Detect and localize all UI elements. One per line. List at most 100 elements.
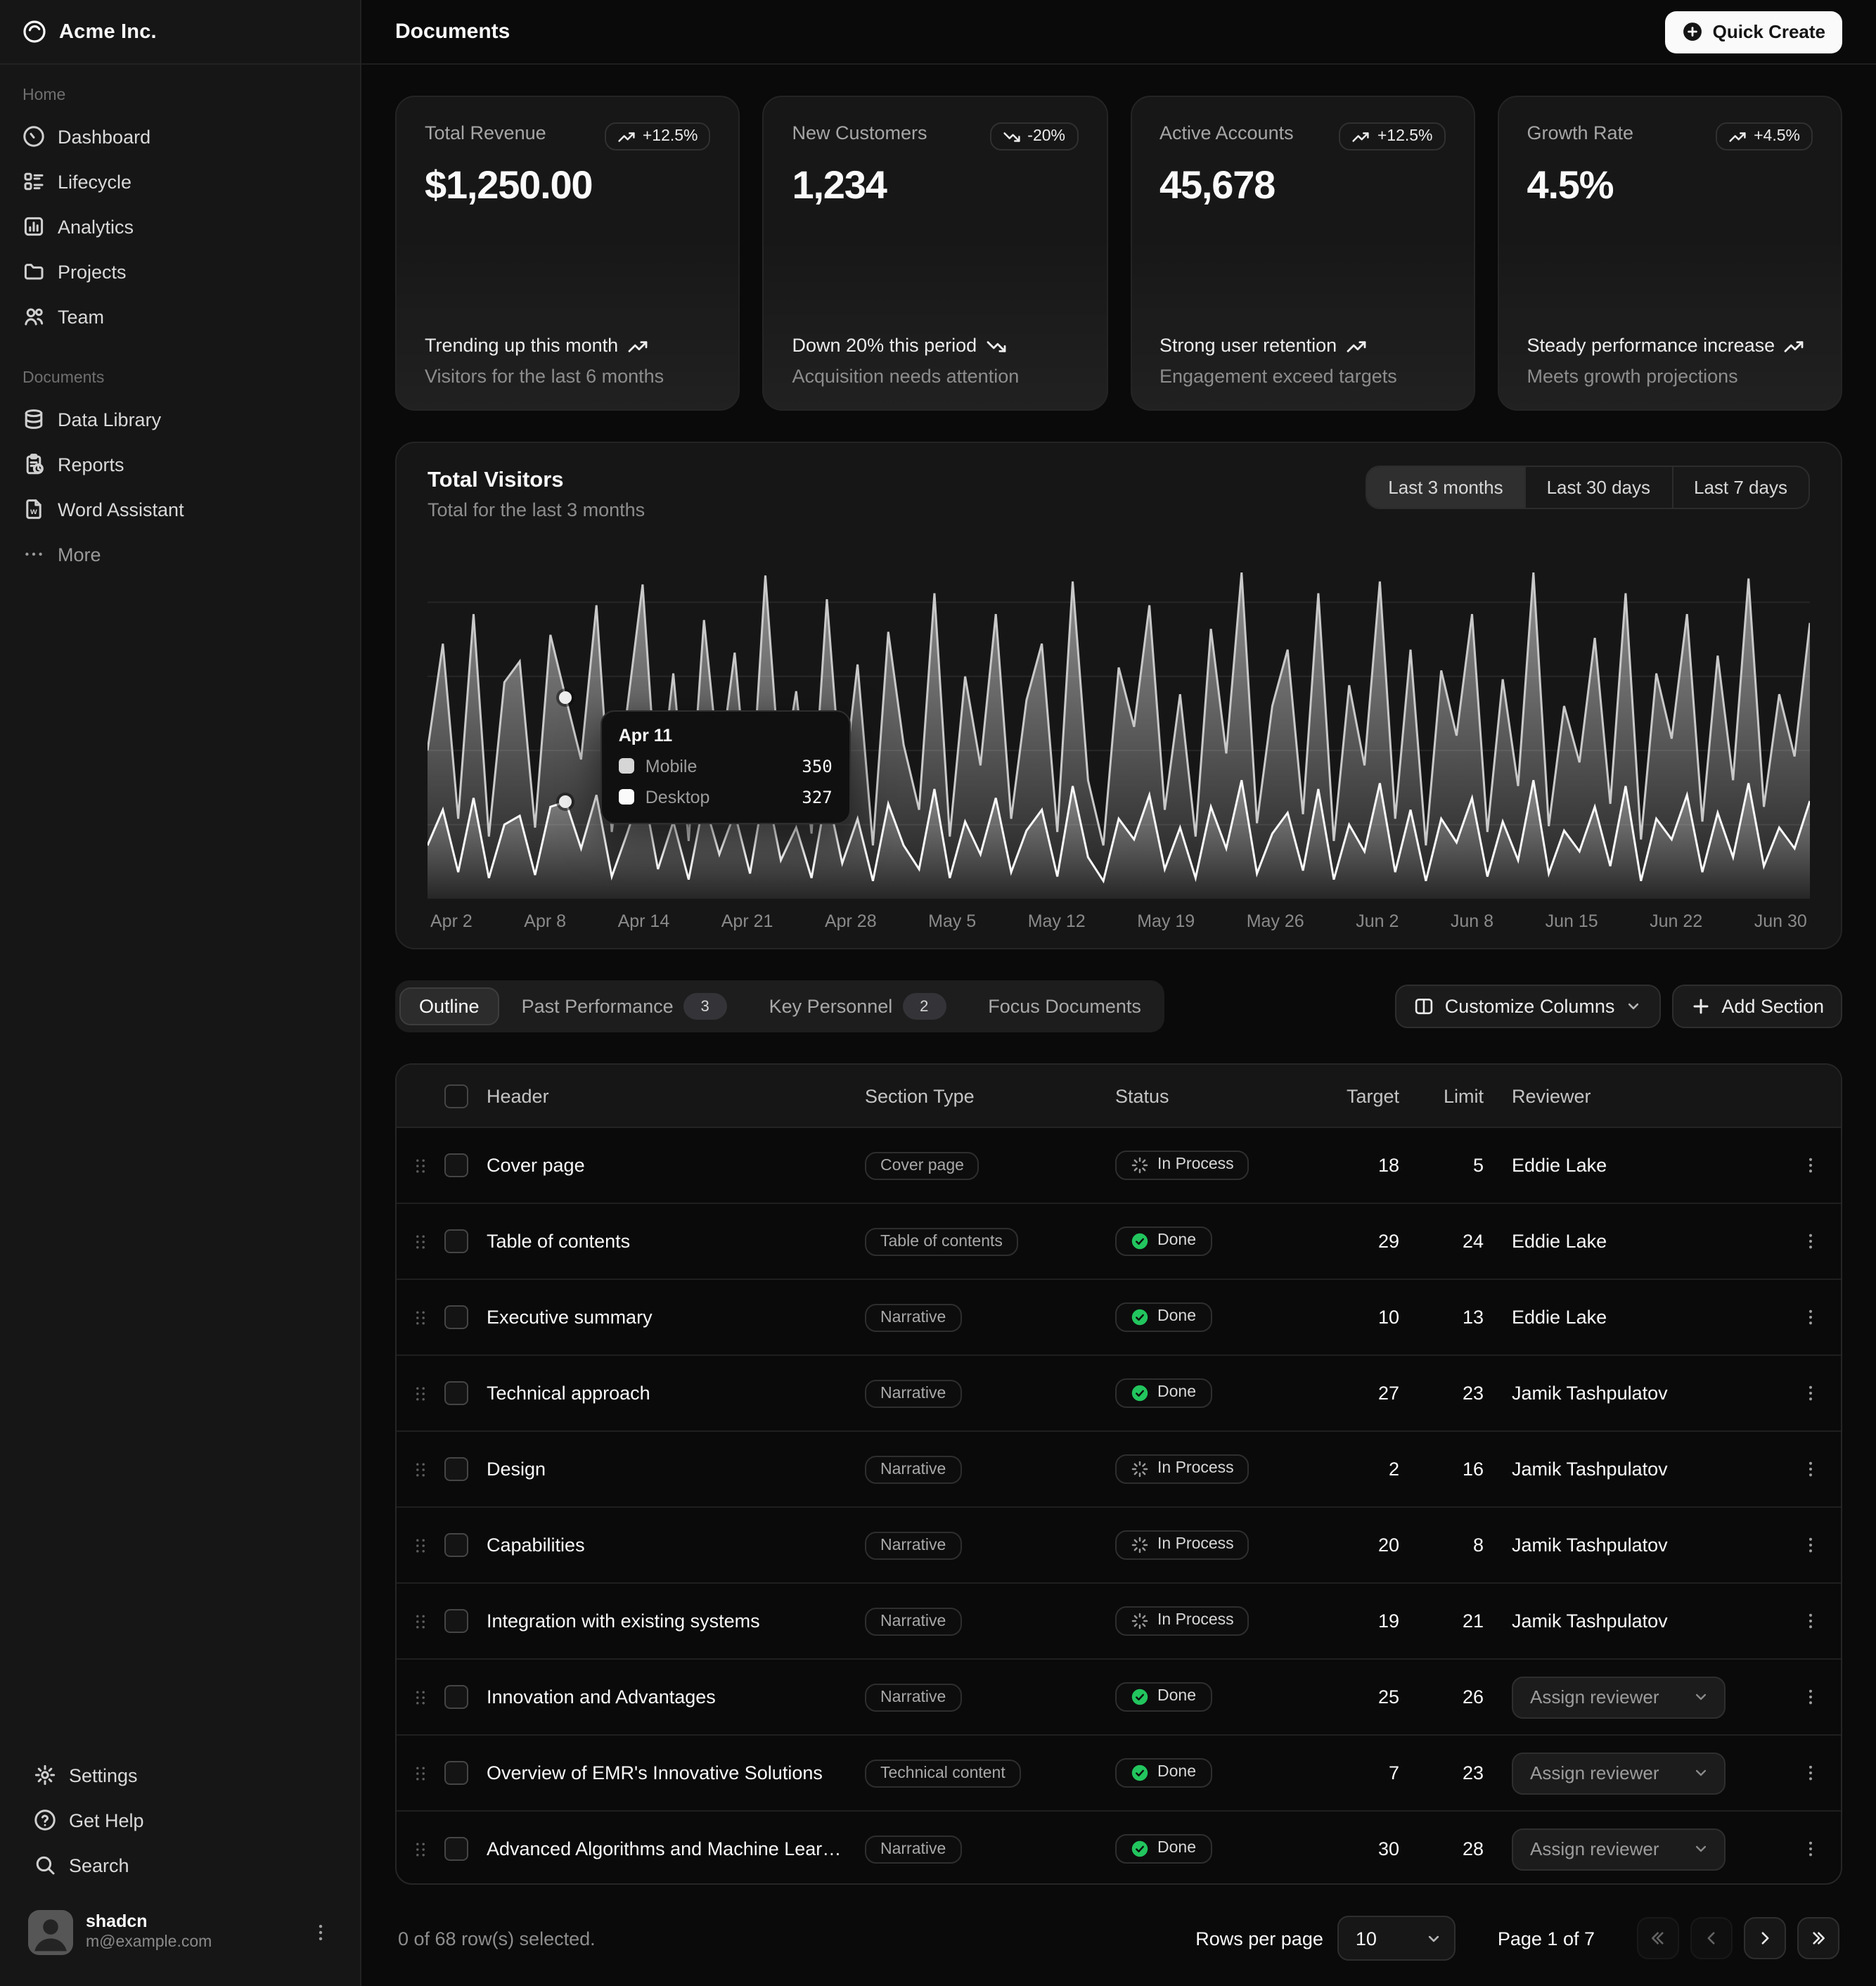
sidebar-item-more[interactable]: More [11, 532, 349, 577]
row-target-cell[interactable]: 27 [1337, 1383, 1427, 1404]
select-all-checkbox[interactable] [444, 1084, 468, 1108]
sidebar-item-team[interactable]: Team [11, 294, 349, 339]
sidebar-item-analytics[interactable]: Analytics [11, 204, 349, 249]
quick-create-button[interactable]: Quick Create [1665, 11, 1842, 53]
row-target-cell[interactable]: 20 [1337, 1535, 1427, 1556]
row-limit-cell[interactable]: 24 [1427, 1231, 1512, 1252]
range-last-30-days[interactable]: Last 30 days [1524, 467, 1671, 508]
chevrons-right-icon [1808, 1928, 1828, 1948]
row-target-cell[interactable]: 25 [1337, 1686, 1427, 1708]
row-header-cell[interactable]: Advanced Algorithms and Machine Learning [487, 1838, 865, 1859]
tab-focus-documents[interactable]: Focus Documents [968, 987, 1161, 1025]
row-limit-cell[interactable]: 23 [1427, 1762, 1512, 1783]
tab-past-performance[interactable]: Past Performance 3 [502, 985, 747, 1028]
row-actions-button[interactable] [1779, 1762, 1841, 1783]
row-limit-cell[interactable]: 28 [1427, 1838, 1512, 1859]
user-menu[interactable]: shadcn m@example.com [17, 1899, 343, 1966]
row-checkbox[interactable] [444, 1533, 468, 1557]
row-target-cell[interactable]: 2 [1337, 1459, 1427, 1480]
next-page-button[interactable] [1744, 1917, 1786, 1959]
row-limit-cell[interactable]: 23 [1427, 1383, 1512, 1404]
rows-per-page-select[interactable]: 10 [1337, 1916, 1456, 1961]
assign-reviewer-select[interactable]: Assign reviewer [1512, 1828, 1726, 1870]
drag-handle[interactable] [397, 1383, 444, 1403]
row-checkbox[interactable] [444, 1381, 468, 1405]
row-target-cell[interactable]: 18 [1337, 1155, 1427, 1176]
row-header-cell[interactable]: Innovation and Advantages [487, 1686, 865, 1708]
sidebar-item-projects[interactable]: Projects [11, 249, 349, 294]
row-target-cell[interactable]: 29 [1337, 1231, 1427, 1252]
row-limit-cell[interactable]: 5 [1427, 1155, 1512, 1176]
row-actions-button[interactable] [1779, 1155, 1841, 1176]
assign-reviewer-select[interactable]: Assign reviewer [1512, 1676, 1726, 1718]
row-checkbox[interactable] [444, 1457, 468, 1481]
row-actions-button[interactable] [1779, 1610, 1841, 1632]
row-target-cell[interactable]: 19 [1337, 1610, 1427, 1632]
row-header-cell[interactable]: Design [487, 1459, 865, 1480]
sidebar-item-dashboard[interactable]: Dashboard [11, 114, 349, 159]
row-checkbox[interactable] [444, 1153, 468, 1177]
sidebar-item-get-help[interactable]: Get Help [23, 1798, 338, 1843]
user-menu-ellipsis-icon[interactable] [309, 1921, 332, 1944]
row-checkbox[interactable] [444, 1229, 468, 1253]
sidebar-item-word-assistant[interactable]: w Word Assistant [11, 487, 349, 532]
row-target-cell[interactable]: 7 [1337, 1762, 1427, 1783]
row-checkbox[interactable] [444, 1305, 468, 1329]
row-actions-button[interactable] [1779, 1383, 1841, 1404]
row-header-cell[interactable]: Overview of EMR's Innovative Solutions [487, 1762, 865, 1783]
tab-key-personnel[interactable]: Key Personnel 2 [750, 985, 966, 1028]
sidebar-item-search[interactable]: Search [23, 1843, 338, 1888]
drag-handle[interactable] [397, 1307, 444, 1327]
row-checkbox[interactable] [444, 1761, 468, 1785]
drag-handle[interactable] [397, 1459, 444, 1479]
sidebar-item-lifecycle[interactable]: Lifecycle [11, 159, 349, 204]
range-last-7-days[interactable]: Last 7 days [1671, 467, 1808, 508]
customize-columns-button[interactable]: Customize Columns [1396, 985, 1662, 1028]
row-target-cell[interactable]: 30 [1337, 1838, 1427, 1859]
row-target-cell[interactable]: 10 [1337, 1307, 1427, 1328]
row-checkbox[interactable] [444, 1609, 468, 1633]
drag-handle[interactable] [397, 1839, 444, 1859]
row-limit-cell[interactable]: 16 [1427, 1459, 1512, 1480]
row-header-cell[interactable]: Table of contents [487, 1231, 865, 1252]
row-actions-button[interactable] [1779, 1838, 1841, 1859]
add-section-button[interactable]: Add Section [1672, 985, 1842, 1028]
row-type-cell: Narrative [865, 1607, 1115, 1635]
row-checkbox[interactable] [444, 1837, 468, 1861]
drag-handle[interactable] [397, 1687, 444, 1707]
sidebar-item-reports[interactable]: Reports [11, 442, 349, 487]
row-actions-button[interactable] [1779, 1686, 1841, 1708]
row-header-cell[interactable]: Technical approach [487, 1383, 865, 1404]
assign-reviewer-select[interactable]: Assign reviewer [1512, 1752, 1726, 1794]
stat-card-value: 45,678 [1159, 163, 1446, 208]
row-header-cell[interactable]: Executive summary [487, 1307, 865, 1328]
last-page-button[interactable] [1797, 1917, 1839, 1959]
sidebar-header[interactable]: Acme Inc. [0, 0, 360, 65]
row-limit-cell[interactable]: 13 [1427, 1307, 1512, 1328]
row-header-cell[interactable]: Integration with existing systems [487, 1610, 865, 1632]
sidebar-item-data-library[interactable]: Data Library [11, 397, 349, 442]
row-actions-button[interactable] [1779, 1307, 1841, 1328]
drag-handle[interactable] [397, 1763, 444, 1783]
sidebar-item-settings[interactable]: Settings [23, 1753, 338, 1798]
row-header-cell[interactable]: Capabilities [487, 1535, 865, 1556]
drag-handle[interactable] [397, 1155, 444, 1175]
row-checkbox[interactable] [444, 1685, 468, 1709]
drag-handle[interactable] [397, 1231, 444, 1251]
row-limit-cell[interactable]: 8 [1427, 1535, 1512, 1556]
drag-handle[interactable] [397, 1611, 444, 1631]
first-page-button[interactable] [1637, 1917, 1679, 1959]
row-actions-button[interactable] [1779, 1231, 1841, 1252]
drag-handle[interactable] [397, 1535, 444, 1555]
row-header-cell[interactable]: Cover page [487, 1155, 865, 1176]
prev-page-button[interactable] [1690, 1917, 1733, 1959]
range-last-3-months[interactable]: Last 3 months [1367, 467, 1524, 508]
tab-outline[interactable]: Outline [399, 987, 499, 1025]
row-actions-button[interactable] [1779, 1459, 1841, 1480]
row-actions-button[interactable] [1779, 1535, 1841, 1556]
settings-icon [34, 1764, 56, 1786]
chart-canvas[interactable]: Apr 11 Mobile 350 Desktop 327 [428, 543, 1810, 899]
ellipsis-vertical-icon [1799, 1838, 1820, 1859]
row-limit-cell[interactable]: 26 [1427, 1686, 1512, 1708]
row-limit-cell[interactable]: 21 [1427, 1610, 1512, 1632]
